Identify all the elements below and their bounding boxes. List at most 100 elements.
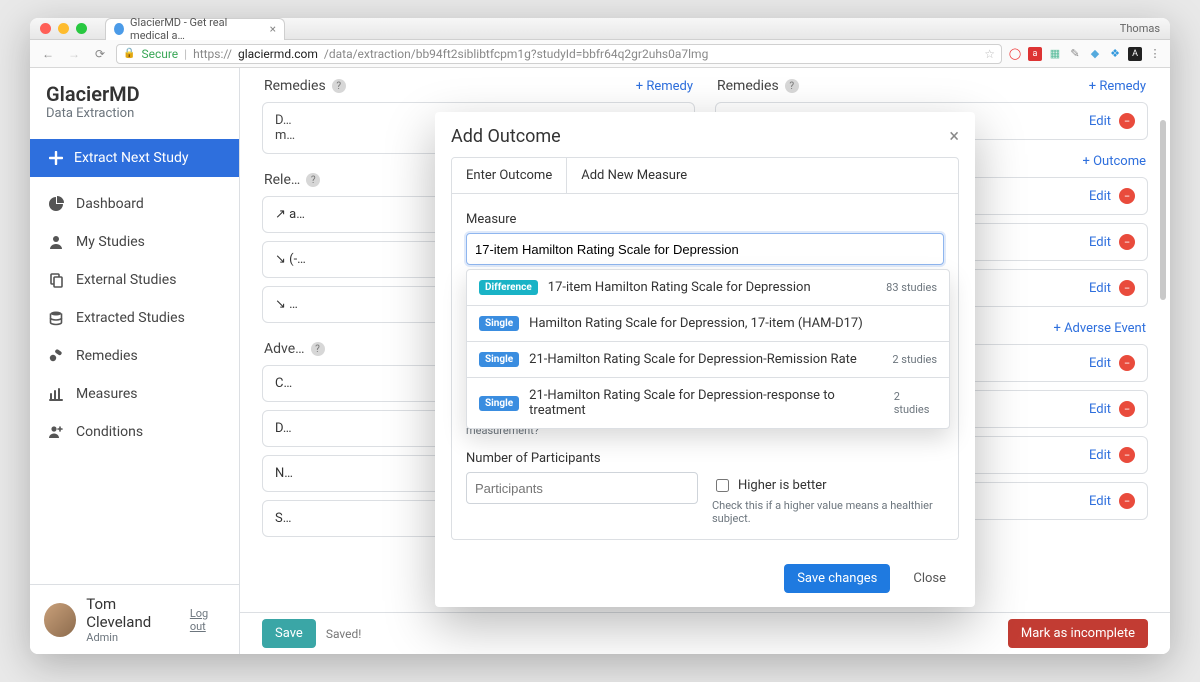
sidebar-item-dashboard[interactable]: Dashboard — [30, 185, 239, 223]
browser-window: GlacierMD - Get real medical a… × Thomas… — [30, 18, 1170, 654]
ext-icon[interactable]: ✎ — [1068, 47, 1082, 61]
profile-role: Admin — [86, 631, 180, 644]
delete-icon[interactable]: − — [1119, 234, 1135, 250]
tab-add-new-measure[interactable]: Add New Measure — [567, 158, 701, 193]
save-button[interactable]: Save — [262, 619, 316, 648]
sidebar-item-label: Measures — [76, 386, 137, 402]
brand-subtitle: Data Extraction — [46, 106, 223, 121]
help-icon[interactable]: ? — [306, 173, 320, 187]
favicon-icon — [114, 23, 124, 35]
row-text: N… — [275, 466, 293, 481]
edit-link[interactable]: Edit — [1089, 281, 1111, 296]
delete-icon[interactable]: − — [1119, 188, 1135, 204]
plus-icon — [48, 150, 64, 166]
profile-menu-name[interactable]: Thomas — [1120, 22, 1160, 35]
delete-icon[interactable]: − — [1119, 280, 1135, 296]
ext-icon[interactable]: a — [1028, 47, 1042, 61]
footer-bar: Save Saved! Mark as incomplete — [240, 612, 1170, 654]
tab-close-icon[interactable]: × — [270, 22, 276, 36]
browser-tab[interactable]: GlacierMD - Get real medical a… × — [105, 18, 285, 40]
measure-input[interactable] — [466, 233, 944, 265]
edit-link[interactable]: Edit — [1089, 235, 1111, 250]
sidebar-item-my-studies[interactable]: My Studies — [30, 223, 239, 261]
add-remedy-link[interactable]: + Remedy — [636, 79, 693, 94]
forward-button[interactable]: → — [64, 47, 84, 61]
row-text: C… — [275, 376, 292, 391]
measure-option[interactable]: SingleHamilton Rating Scale for Depressi… — [467, 305, 949, 341]
scrollbar[interactable] — [1158, 120, 1168, 610]
help-icon[interactable]: ? — [311, 342, 325, 356]
delete-icon[interactable]: − — [1119, 113, 1135, 129]
close-window-icon[interactable] — [40, 23, 51, 34]
sidebar-item-remedies[interactable]: Remedies — [30, 337, 239, 375]
add-remedy-link[interactable]: + Remedy — [1089, 79, 1146, 94]
help-icon[interactable]: ? — [332, 79, 346, 93]
row-text: ↘ … — [275, 297, 298, 312]
ext-icon[interactable]: ◯ — [1008, 47, 1022, 61]
back-button[interactable]: ← — [38, 47, 58, 61]
row-text: ↘ (-… — [275, 252, 306, 267]
sidebar-item-extracted-studies[interactable]: Extracted Studies — [30, 299, 239, 337]
url-host: glaciermd.com — [238, 47, 318, 61]
logout-link[interactable]: Log out — [190, 607, 225, 633]
measure-option-label: 21-Hamilton Rating Scale for Depression-… — [529, 352, 857, 367]
higher-help: Check this if a higher value means a hea… — [712, 499, 944, 525]
ext-icon[interactable]: ◆ — [1088, 47, 1102, 61]
sidebar-item-label: External Studies — [76, 272, 176, 288]
save-changes-button[interactable]: Save changes — [784, 564, 890, 593]
avatar[interactable] — [44, 603, 76, 637]
tab-enter-outcome[interactable]: Enter Outcome — [452, 158, 567, 193]
add-adverse-link[interactable]: + Adverse Event — [1053, 321, 1146, 336]
modal-tabs: Enter Outcome Add New Measure — [451, 157, 959, 194]
edit-link[interactable]: Edit — [1089, 189, 1111, 204]
ext-icon[interactable]: ▦ — [1048, 47, 1062, 61]
ext-icon[interactable]: A — [1128, 47, 1142, 61]
extract-next-study-button[interactable]: Extract Next Study — [30, 139, 239, 177]
browser-toolbar: ← → ⟳ 🔒 Secure | https://glaciermd.com/d… — [30, 40, 1170, 68]
higher-checkbox-row[interactable]: Higher is better — [712, 476, 944, 495]
section-title: Adve… — [264, 341, 305, 357]
delete-icon[interactable]: − — [1119, 355, 1135, 371]
edit-link[interactable]: Edit — [1089, 402, 1111, 417]
mark-incomplete-button[interactable]: Mark as incomplete — [1008, 619, 1148, 648]
browser-menu-icon[interactable]: ⋮ — [1148, 47, 1162, 61]
measure-option-count: 2 studies — [892, 353, 937, 366]
ext-icon[interactable]: ❖ — [1108, 47, 1122, 61]
participants-input[interactable] — [466, 472, 698, 504]
sidebar-item-external-studies[interactable]: External Studies — [30, 261, 239, 299]
row-text: S… — [275, 511, 291, 526]
saved-status: Saved! — [326, 627, 362, 641]
sidebar-item-label: Remedies — [76, 348, 138, 364]
maximize-window-icon[interactable] — [76, 23, 87, 34]
measure-option[interactable]: Difference17-item Hamilton Rating Scale … — [467, 270, 949, 305]
help-icon[interactable]: ? — [785, 79, 799, 93]
add-outcome-link[interactable]: + Outcome — [1083, 154, 1146, 169]
edit-link[interactable]: Edit — [1089, 356, 1111, 371]
bookmark-star-icon[interactable]: ☆ — [984, 47, 995, 61]
delete-icon[interactable]: − — [1119, 447, 1135, 463]
reload-button[interactable]: ⟳ — [90, 47, 110, 61]
modal-title: Add Outcome — [451, 126, 561, 147]
measure-dropdown: Difference17-item Hamilton Rating Scale … — [466, 269, 950, 429]
higher-checkbox[interactable] — [716, 479, 729, 492]
sidebar-item-conditions[interactable]: Conditions — [30, 413, 239, 451]
edit-link[interactable]: Edit — [1089, 114, 1111, 129]
address-bar[interactable]: 🔒 Secure | https://glaciermd.com/data/ex… — [116, 44, 1002, 64]
modal-close-icon[interactable]: × — [949, 128, 959, 146]
secure-label: Secure — [141, 47, 178, 61]
measure-option[interactable]: Single21-Hamilton Rating Scale for Depre… — [467, 377, 949, 428]
measure-option-count: 83 studies — [886, 281, 937, 294]
minimize-window-icon[interactable] — [58, 23, 69, 34]
brand-name: GlacierMD — [46, 82, 223, 106]
edit-link[interactable]: Edit — [1089, 448, 1111, 463]
measure-option[interactable]: Single21-Hamilton Rating Scale for Depre… — [467, 341, 949, 377]
delete-icon[interactable]: − — [1119, 493, 1135, 509]
sidebar: GlacierMD Data Extraction Extract Next S… — [30, 68, 240, 654]
close-button[interactable]: Close — [900, 564, 959, 593]
sidebar-item-measures[interactable]: Measures — [30, 375, 239, 413]
url-path: /data/extraction/bb94ft2siblibtfcpm1g?st… — [324, 47, 708, 61]
main-content: Remedies ? + Remedy D… m… Rele… ? ↗ a…↘ … — [240, 68, 1170, 654]
sidebar-item-label: Conditions — [76, 424, 143, 440]
delete-icon[interactable]: − — [1119, 401, 1135, 417]
edit-link[interactable]: Edit — [1089, 494, 1111, 509]
